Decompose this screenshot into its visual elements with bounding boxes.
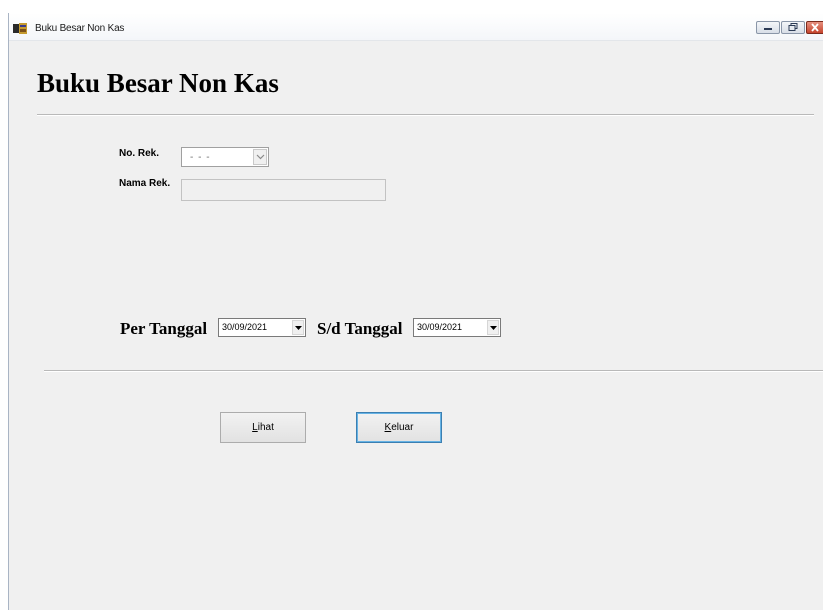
sd-tanggal-label: S/d Tanggal xyxy=(317,319,403,338)
app-icon xyxy=(13,22,28,34)
keluar-label-rest: eluar xyxy=(391,422,414,433)
divider-middle xyxy=(44,370,823,372)
minimize-icon xyxy=(764,28,772,30)
no-rek-combobox[interactable]: - - - xyxy=(181,147,269,167)
page-title: Buku Besar Non Kas xyxy=(37,68,279,98)
dropdown-arrow-icon xyxy=(295,326,302,330)
dropdown-arrow-icon xyxy=(490,326,497,330)
per-tanggal-dropdown-button[interactable] xyxy=(292,320,304,335)
title-bar[interactable]: Buku Besar Non Kas xyxy=(9,13,823,41)
window-title: Buku Besar Non Kas xyxy=(35,23,125,34)
sd-tanggal-dropdown-button[interactable] xyxy=(487,320,499,335)
no-rek-value: - - - xyxy=(190,152,211,163)
nama-rek-label: Nama Rek. xyxy=(119,178,171,189)
chevron-down-icon xyxy=(256,154,265,160)
sd-tanggal-value: 30/09/2021 xyxy=(417,322,463,332)
per-tanggal-label: Per Tanggal xyxy=(120,319,208,338)
close-icon xyxy=(811,23,819,32)
restore-button[interactable] xyxy=(781,21,805,34)
per-tanggal-datepicker[interactable]: 30/09/2021 xyxy=(218,318,306,337)
keluar-button[interactable]: Keluar xyxy=(356,412,442,443)
nama-rek-field[interactable] xyxy=(181,179,386,201)
lihat-button[interactable]: Lihat xyxy=(220,412,306,443)
close-button[interactable] xyxy=(806,21,823,34)
application-window: Buku Besar Non Kas Buku Besar Non Kas No… xyxy=(8,13,823,610)
no-rek-dropdown-button[interactable] xyxy=(253,149,267,165)
no-rek-label: No. Rek. xyxy=(119,148,160,159)
lihat-label-rest: ihat xyxy=(257,422,274,433)
divider-top xyxy=(37,114,814,116)
per-tanggal-value: 30/09/2021 xyxy=(222,322,268,332)
sd-tanggal-datepicker[interactable]: 30/09/2021 xyxy=(413,318,501,337)
minimize-button[interactable] xyxy=(756,21,780,34)
maximize-icon xyxy=(788,23,798,31)
